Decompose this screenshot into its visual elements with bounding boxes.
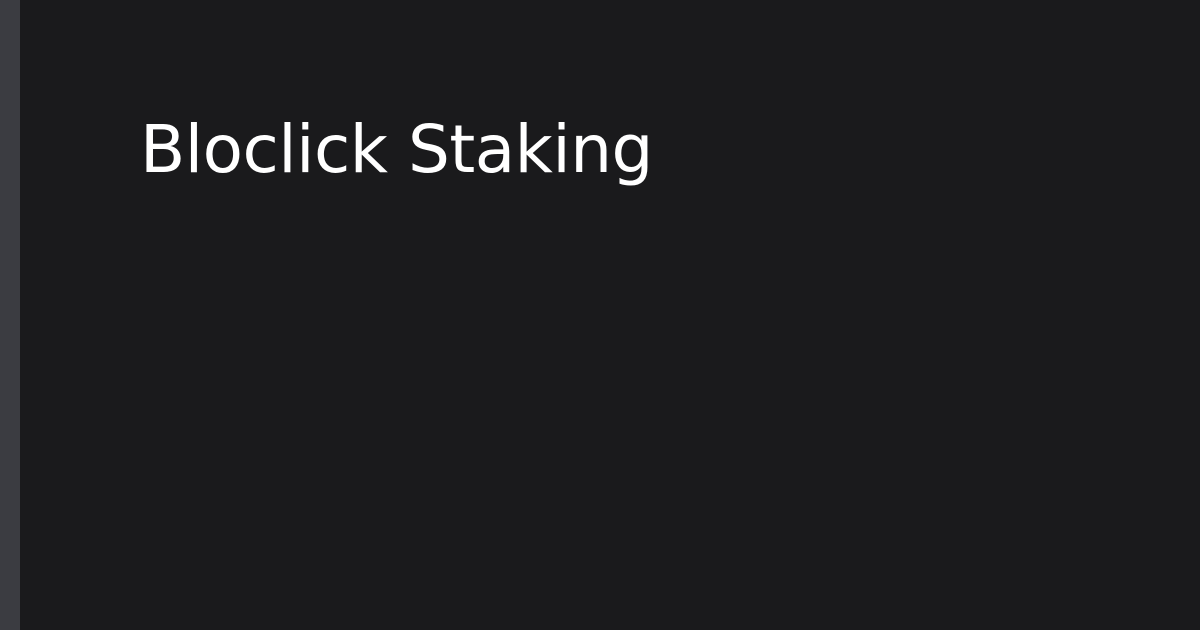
share-card: Bloclick Staking xyxy=(0,0,1200,630)
accent-bar xyxy=(0,0,20,630)
page-title: Bloclick Staking xyxy=(140,111,653,188)
